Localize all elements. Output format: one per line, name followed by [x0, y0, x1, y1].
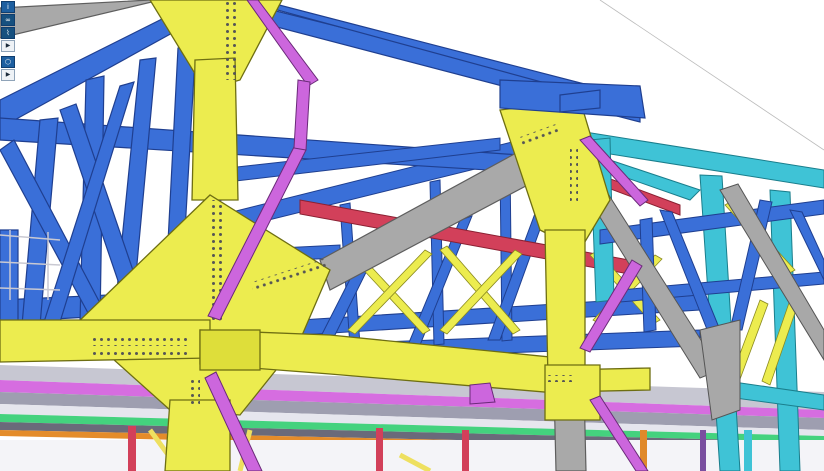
- info-button[interactable]: i: [1, 1, 15, 13]
- cube-view-button[interactable]: ⬡: [1, 56, 15, 68]
- link-button[interactable]: ∞: [1, 14, 15, 26]
- 3d-model-viewport[interactable]: i ∞ ⌇ ▶ ⬡ ▶: [0, 0, 824, 471]
- link-icon: ∞: [5, 15, 11, 24]
- viewer-toolbar: i ∞ ⌇ ▶ ⬡ ▶: [1, 1, 15, 81]
- expand-arrow-icon: ▶: [5, 71, 11, 78]
- steel-structure-render: [0, 0, 824, 471]
- cube-view-icon: ⬡: [4, 57, 12, 66]
- measure-icon: ⌇: [6, 28, 10, 37]
- expand-tools-button[interactable]: ▶: [1, 40, 15, 52]
- info-icon: i: [7, 2, 9, 11]
- measure-button[interactable]: ⌇: [1, 27, 15, 39]
- expand-view-button[interactable]: ▶: [1, 69, 15, 81]
- expand-arrow-icon: ▶: [5, 42, 11, 49]
- guide-line: [599, 0, 824, 151]
